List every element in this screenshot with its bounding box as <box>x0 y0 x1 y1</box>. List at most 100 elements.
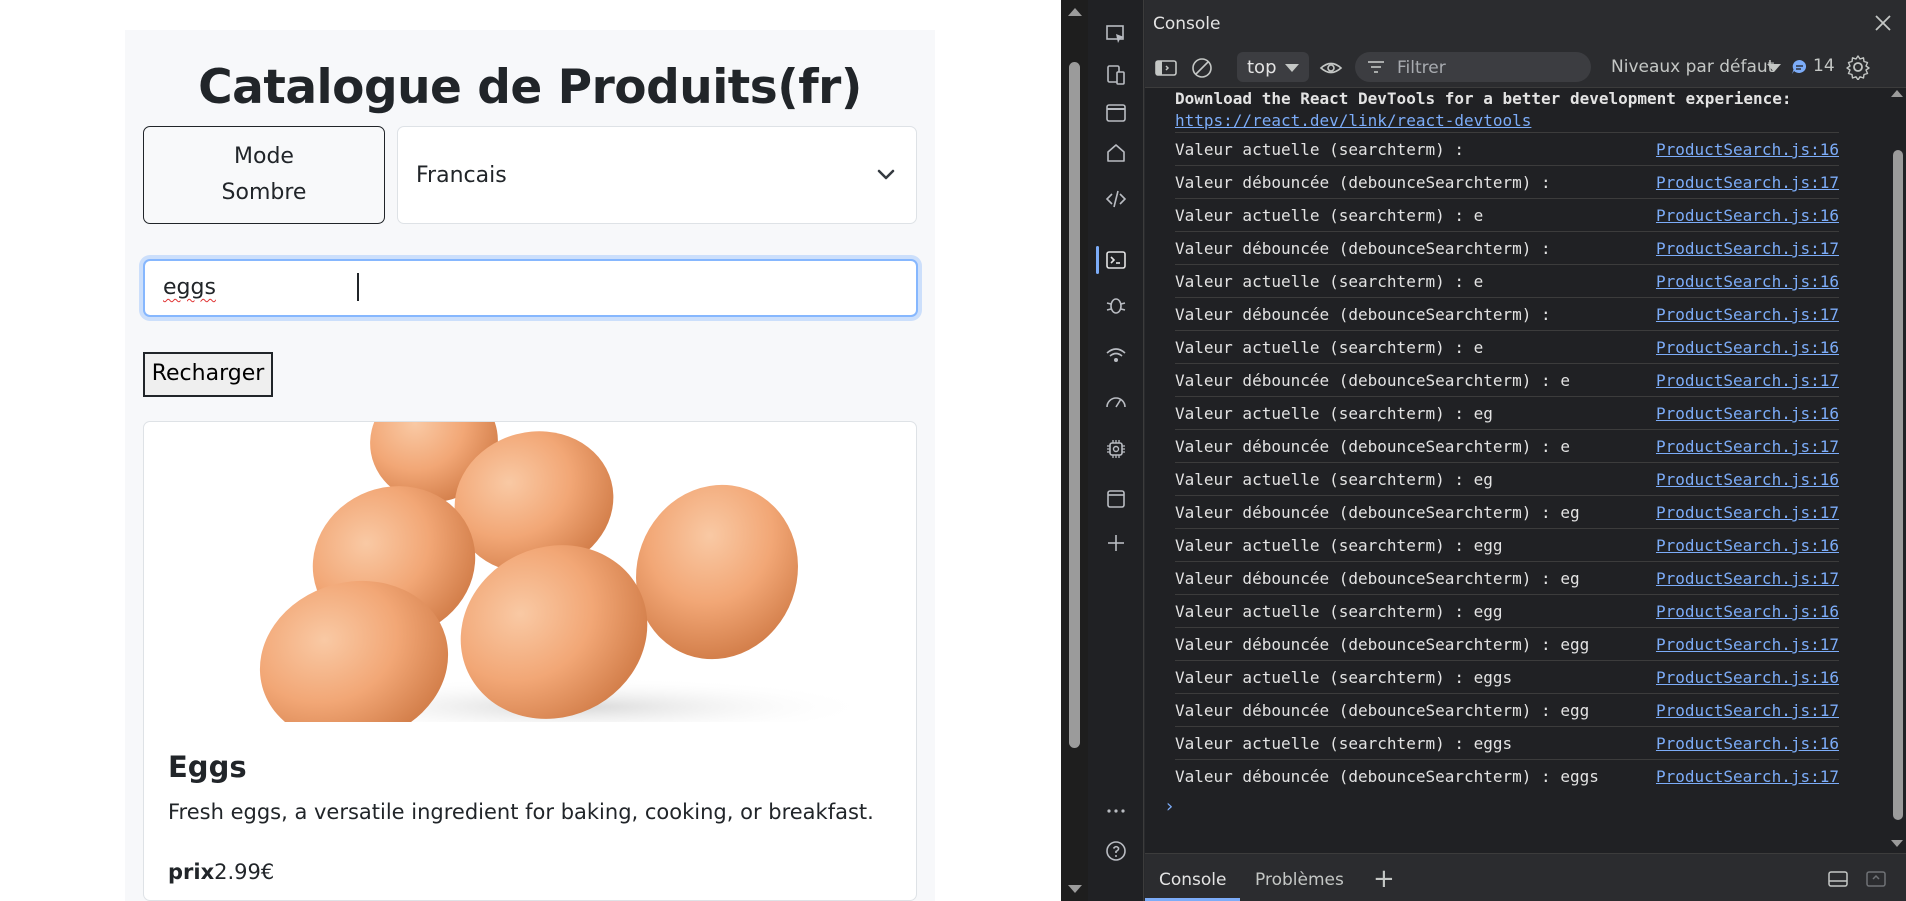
console-prompt-chevron-icon[interactable]: › <box>1164 796 1175 817</box>
price-value: 2.99€ <box>214 860 275 884</box>
console-log-source-link[interactable]: ProductSearch.js:17 <box>1656 371 1839 390</box>
inspect-element-icon[interactable] <box>1103 22 1129 48</box>
drawer-tab-problems[interactable]: Problèmes <box>1255 870 1344 890</box>
console-log-source-link[interactable]: ProductSearch.js:17 <box>1656 701 1839 720</box>
devtools-panel: Console top Filtrer Niveaux par défaut 1… <box>1088 0 1906 901</box>
active-panel-indicator <box>1096 246 1099 274</box>
clear-console-icon[interactable] <box>1190 56 1214 80</box>
issues-count: 14 <box>1813 56 1835 76</box>
console-log-source-link[interactable]: ProductSearch.js:17 <box>1656 503 1839 522</box>
console-log-source-link[interactable]: ProductSearch.js:16 <box>1656 272 1839 291</box>
console-log-row: Valeur actuelle (searchterm) : eg Product… <box>1175 462 1839 495</box>
performance-gauge-icon[interactable] <box>1103 388 1129 414</box>
react-devtools-link[interactable]: https://react.dev/link/react-devtools <box>1175 110 1855 132</box>
language-select[interactable]: Francais <box>397 126 917 224</box>
product-name: Eggs <box>168 750 247 784</box>
console-log-source-link[interactable]: ProductSearch.js:17 <box>1656 767 1839 786</box>
console-log-source-link[interactable]: ProductSearch.js:16 <box>1656 668 1839 687</box>
console-log-message: Valeur actuelle (searchterm) : egg <box>1175 536 1503 555</box>
add-tool-icon[interactable] <box>1103 530 1129 556</box>
console-log-source-link[interactable]: ProductSearch.js:16 <box>1656 206 1839 225</box>
reload-button[interactable]: Recharger <box>143 352 273 397</box>
console-log-source-link[interactable]: ProductSearch.js:17 <box>1656 305 1839 324</box>
drawer-tab-console[interactable]: Console <box>1159 870 1227 890</box>
react-devtools-banner: Download the React DevTools for a better… <box>1175 88 1855 132</box>
console-log-source-link[interactable]: ProductSearch.js:16 <box>1656 734 1839 753</box>
help-icon[interactable] <box>1103 838 1129 864</box>
more-tools-icon[interactable] <box>1103 798 1129 824</box>
application-panel-icon[interactable] <box>1103 486 1129 512</box>
console-log-row: Valeur actuelle (searchterm) : egg Produc… <box>1175 528 1839 561</box>
elements-panel-icon[interactable] <box>1103 100 1129 126</box>
gear-icon[interactable] <box>1845 54 1871 80</box>
console-log-message: Valeur actuelle (searchterm) : eg <box>1175 404 1493 423</box>
console-log-row: Valeur débouncée (debounceSearchterm) : … <box>1175 363 1839 396</box>
console-log-message: Valeur actuelle (searchterm) : eggs <box>1175 734 1513 753</box>
scroll-up-arrow[interactable] <box>1068 8 1082 16</box>
memory-chip-icon[interactable] <box>1103 436 1129 462</box>
page-scrollbar-thumb[interactable] <box>1069 62 1080 748</box>
console-log-row: Valeur débouncée (debounceSearchterm) : … <box>1175 495 1839 528</box>
console-scrollbar-thumb[interactable] <box>1893 150 1903 820</box>
console-log-message: Valeur actuelle (searchterm) : egg <box>1175 602 1503 621</box>
context-select-value: top <box>1247 57 1277 78</box>
filter-icon <box>1368 61 1384 73</box>
filter-placeholder: Filtrer <box>1397 58 1446 78</box>
console-log-message: Valeur débouncée (debounceSearchterm) : … <box>1175 503 1580 522</box>
issues-chat-icon[interactable] <box>1791 59 1808 75</box>
console-log-row: Valeur débouncée (debounceSearchterm) : P… <box>1175 165 1839 198</box>
bug-icon[interactable] <box>1103 292 1129 318</box>
console-header: Console <box>1145 0 1906 48</box>
home-icon[interactable] <box>1103 140 1129 166</box>
product-description: Fresh eggs, a versatile ingredient for b… <box>168 800 874 824</box>
console-log-row: Valeur débouncée (debounceSearchterm) : … <box>1175 561 1839 594</box>
console-log-source-link[interactable]: ProductSearch.js:17 <box>1656 437 1839 456</box>
console-log-message: Valeur actuelle (searchterm) : e <box>1175 338 1484 357</box>
sidebar-toggle-icon[interactable] <box>1154 56 1178 80</box>
console-log-row: Valeur actuelle (searchterm) : e ProductS… <box>1175 330 1839 363</box>
filter-input[interactable]: Filtrer <box>1355 52 1591 82</box>
live-expression-eye-icon[interactable] <box>1319 56 1343 80</box>
log-levels-dropdown[interactable]: Niveaux par défaut <box>1611 57 1774 77</box>
page-scrollbar[interactable] <box>1061 0 1088 901</box>
console-log-message: Valeur débouncée (debounceSearchterm) : … <box>1175 767 1599 786</box>
add-tab-icon[interactable]: + <box>1373 864 1395 894</box>
scroll-up-arrow[interactable] <box>1891 90 1903 97</box>
caret-down-icon <box>1285 64 1299 72</box>
dark-mode-button-label-line2: Sombre <box>221 180 307 205</box>
console-log-source-link[interactable]: ProductSearch.js:17 <box>1656 635 1839 654</box>
console-log-source-link[interactable]: ProductSearch.js:16 <box>1656 602 1839 621</box>
console-log-source-link[interactable]: ProductSearch.js:17 <box>1656 239 1839 258</box>
console-log-row: Valeur débouncée (debounceSearchterm) : … <box>1175 429 1839 462</box>
console-log-source-link[interactable]: ProductSearch.js:17 <box>1656 173 1839 192</box>
console-log-source-link[interactable]: ProductSearch.js:16 <box>1656 140 1839 159</box>
console-log-source-link[interactable]: ProductSearch.js:16 <box>1656 338 1839 357</box>
console-log-source-link[interactable]: ProductSearch.js:17 <box>1656 569 1839 588</box>
undock-drawer-icon[interactable] <box>1865 870 1887 888</box>
console-log-message: Valeur débouncée (debounceSearchterm) : … <box>1175 569 1580 588</box>
dock-drawer-icon[interactable] <box>1827 870 1849 888</box>
console-log-row: Valeur actuelle (searchterm) : e ProductS… <box>1175 264 1839 297</box>
console-log-source-link[interactable]: ProductSearch.js:16 <box>1656 536 1839 555</box>
scroll-down-arrow[interactable] <box>1891 840 1903 847</box>
console-log-source-link[interactable]: ProductSearch.js:16 <box>1656 470 1839 489</box>
dark-mode-button[interactable]: Mode Sombre <box>143 126 385 224</box>
search-input-value: eggs <box>163 275 216 300</box>
console-scrollbar[interactable] <box>1888 88 1906 853</box>
devtools-console-panel: Console top Filtrer Niveaux par défaut 1… <box>1145 0 1906 901</box>
console-log-row: Valeur débouncée (debounceSearchterm) : … <box>1175 759 1839 792</box>
console-log-message: Valeur actuelle (searchterm) : e <box>1175 206 1484 225</box>
console-panel-title: Console <box>1153 14 1221 34</box>
context-select[interactable]: top <box>1237 52 1309 82</box>
console-log-source-link[interactable]: ProductSearch.js:16 <box>1656 404 1839 423</box>
product-price: prix2.99€ <box>168 860 274 884</box>
network-wifi-icon[interactable] <box>1103 342 1129 368</box>
search-input[interactable]: eggs <box>143 259 918 317</box>
sources-code-icon[interactable] <box>1103 186 1129 212</box>
close-icon[interactable] <box>1872 12 1894 34</box>
dark-mode-button-label-line1: Mode <box>234 144 294 169</box>
console-panel-icon[interactable] <box>1103 247 1129 273</box>
console-log-row: Valeur actuelle (searchterm) : ProductSea… <box>1175 132 1839 165</box>
device-emulation-icon[interactable] <box>1103 62 1129 88</box>
scroll-down-arrow[interactable] <box>1068 885 1082 893</box>
